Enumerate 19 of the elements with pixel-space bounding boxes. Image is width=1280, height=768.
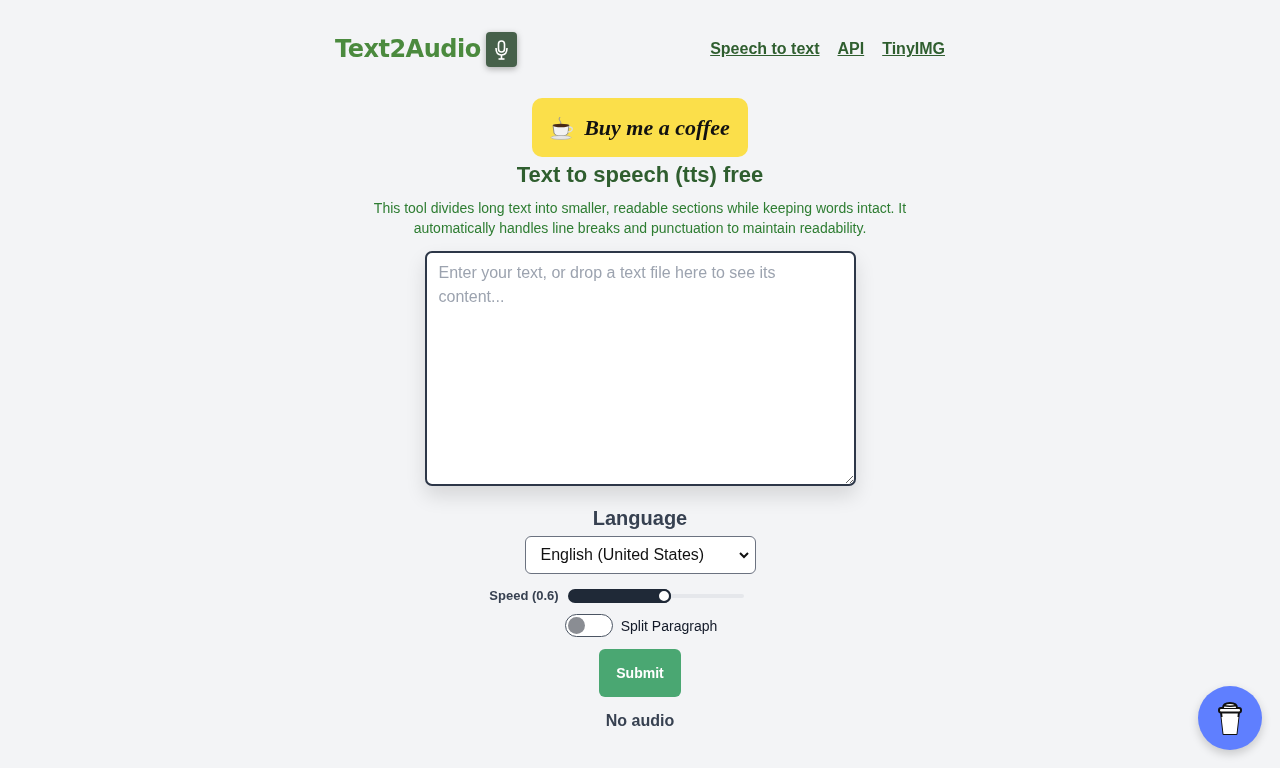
chevron-down-icon bbox=[738, 551, 749, 559]
split-paragraph-toggle[interactable] bbox=[564, 614, 613, 637]
text-input-field[interactable]: Enter your text, or drop a text file here to see its content... bbox=[424, 251, 856, 486]
logo-text: Text2Audio bbox=[335, 35, 481, 63]
language-label: Language bbox=[592, 506, 688, 531]
speed-slider[interactable] bbox=[567, 588, 744, 603]
coffee-support-button[interactable] bbox=[1198, 686, 1262, 750]
description-text: This tool divides long text into smaller, readable sections while keeping words intact. It automatically handles line breaks and punctuation to maintain readability. bbox=[372, 199, 908, 238]
split-paragraph-label: Split Paragraph bbox=[620, 617, 718, 634]
speed-label: Speed (0.6) bbox=[489, 588, 559, 603]
nav-link[interactable]: TinyIMG bbox=[882, 40, 945, 58]
cup-icon bbox=[1217, 700, 1243, 736]
page-title: Text to speech (tts) free bbox=[516, 161, 764, 189]
microphone-icon bbox=[485, 31, 517, 67]
nav-link[interactable]: Speech to text bbox=[710, 40, 820, 58]
nav-link[interactable]: API bbox=[837, 40, 865, 58]
buy-coffee-button[interactable]: Buy me a coffee bbox=[532, 98, 748, 157]
audio-status-text: No audio bbox=[605, 711, 675, 731]
language-select[interactable]: English (United States) bbox=[524, 536, 756, 574]
